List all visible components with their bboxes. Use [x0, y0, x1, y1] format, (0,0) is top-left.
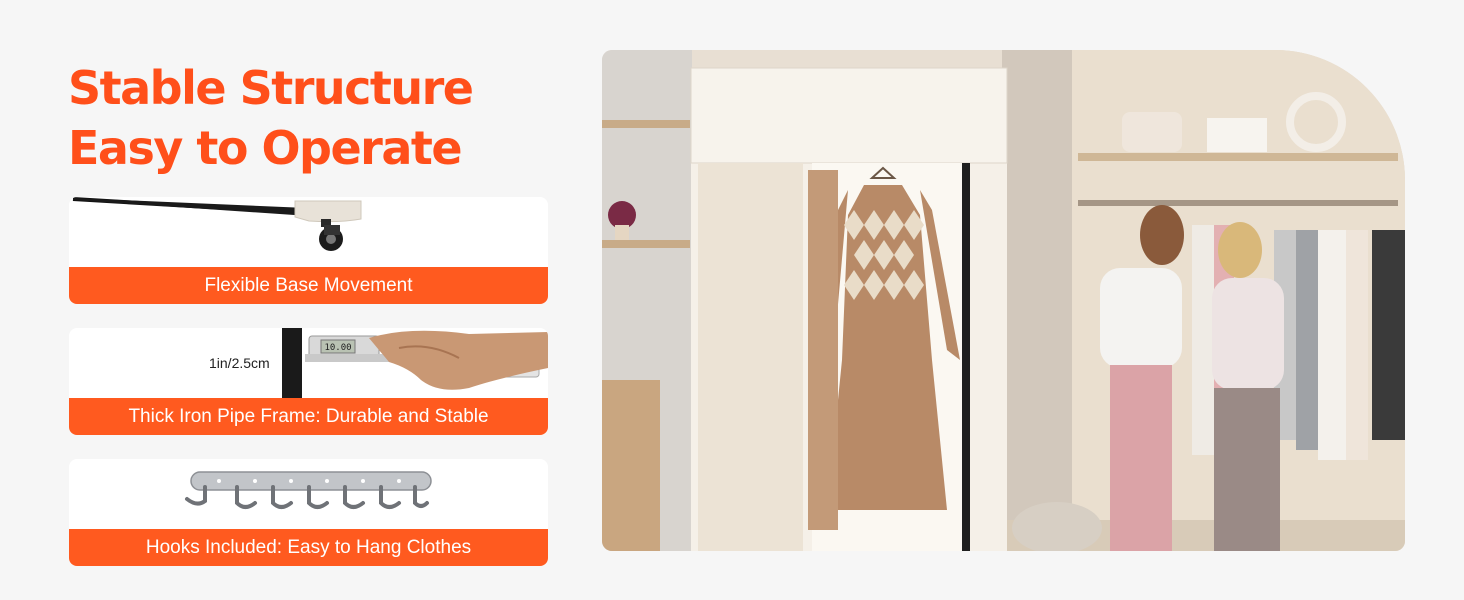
lifestyle-photo	[602, 50, 1405, 551]
measurement-label: 1in/2.5cm	[209, 355, 270, 371]
feature-caption: Hooks Included: Easy to Hang Clothes	[69, 529, 548, 566]
caliper-icon: 10.00	[282, 328, 548, 398]
hook-rail-icon	[185, 471, 432, 509]
caliper-reading: 10.00	[324, 343, 351, 353]
headline-line-1: Stable Structure	[68, 61, 474, 115]
headline-line-2: Easy to Operate	[68, 121, 463, 175]
feature-card-hooks: Hooks Included: Easy to Hang Clothes	[69, 459, 548, 566]
feature-card-frame: 10.00 1in/2.5cm Thick Iron Pipe Frame: D…	[69, 328, 548, 435]
caster-wheel-icon	[72, 197, 362, 251]
feature-caption: Thick Iron Pipe Frame: Durable and Stabl…	[69, 398, 548, 435]
feature-card-base: Flexible Base Movement	[69, 197, 548, 304]
feature-caption: Flexible Base Movement	[69, 267, 548, 304]
headline: Stable Structure Easy to Operate	[68, 58, 474, 178]
